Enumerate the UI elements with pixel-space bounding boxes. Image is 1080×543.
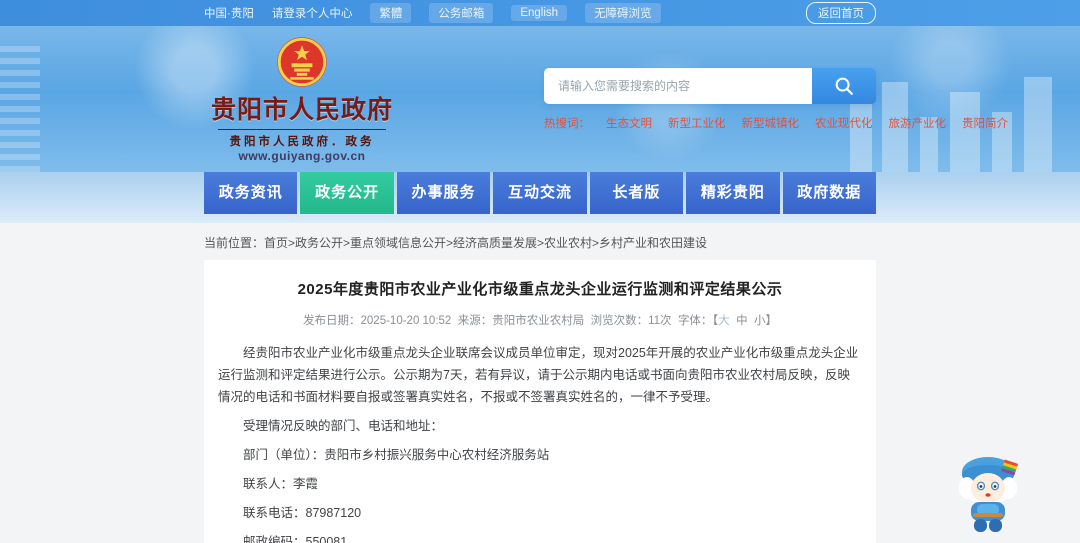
search-input[interactable] <box>544 67 812 104</box>
publish-date: 发布日期：2025-10-20 10:52 <box>303 315 452 327</box>
site-url: www.guiyang.gov.cn <box>238 148 366 163</box>
search-button[interactable] <box>812 67 876 104</box>
hot-word-6[interactable]: 贵阳简介 <box>962 115 1008 131</box>
breadcrumb-label: 当前位置： <box>204 236 265 250</box>
view-count: 浏览次数：11次 <box>590 315 672 327</box>
site-title: 贵阳市人民政府 <box>211 95 394 124</box>
nav-item-banshi-fuwu[interactable]: 办事服务 <box>396 172 491 214</box>
nav-item-jingcai-guiyang[interactable]: 精彩贵阳 <box>686 172 780 214</box>
hot-word-2[interactable]: 新型工业化 <box>668 115 726 131</box>
banner-cityscape-decoration <box>840 62 1080 172</box>
link-login-personal-center[interactable]: 请登录个人中心 <box>272 5 353 21</box>
site-logo[interactable]: 贵阳市人民政府 贵阳市人民政府．政务 www.guiyang.gov.cn <box>211 36 394 163</box>
hot-word-1[interactable]: 生态文明 <box>606 115 652 131</box>
font-size-medium[interactable]: 中 <box>736 315 748 327</box>
main-navigation: 政务资讯 政务公开 办事服务 互动交流 长者版 精彩贵阳 政府数据 <box>0 172 1080 223</box>
paragraph-announcement: 经贵阳市农业产业化市级重点龙头企业联席会议成员单位审定，现对2025年开展的农业… <box>218 346 859 404</box>
link-traditional-chinese[interactable]: 繁體 <box>370 3 412 23</box>
banner-left-decoration <box>0 42 40 172</box>
hot-search-row: 热搜词： 生态文明 新型工业化 新型城镇化 农业现代化 旅游产业化 贵阳简介 <box>544 115 1008 131</box>
link-china-guiyang[interactable]: 中国·贵阳 <box>204 5 254 21</box>
national-emblem-icon <box>277 36 327 87</box>
paragraph-acceptance: 受理情况反映的部门、电话和地址： <box>243 419 444 433</box>
article-card: 2025年度贵阳市农业产业化市级重点龙头企业运行监测和评定结果公示 发布日期：2… <box>204 260 876 543</box>
nav-item-hudong-jiaoliu[interactable]: 互动交流 <box>493 172 587 214</box>
font-size-small[interactable]: 小 <box>754 315 766 327</box>
link-english[interactable]: English <box>511 5 568 21</box>
hot-word-4[interactable]: 农业现代化 <box>815 115 873 131</box>
article-title: 2025年度贵阳市农业产业化市级重点龙头企业运行监测和评定结果公示 <box>297 281 783 298</box>
search-area: 热搜词： 生态文明 新型工业化 新型城镇化 农业现代化 旅游产业化 贵阳简介 <box>544 67 1008 131</box>
link-official-mail[interactable]: 公务邮箱 <box>429 3 494 23</box>
nav-item-zhengfu-shuju[interactable]: 政府数据 <box>782 172 876 214</box>
hot-word-3[interactable]: 新型城镇化 <box>742 115 800 131</box>
contact-postcode: 邮政编码：550081 <box>243 535 348 543</box>
title-divider <box>218 128 386 130</box>
contact-department: 部门（单位）：贵阳市乡村振兴服务中心农村经济服务站 <box>243 448 550 462</box>
site-banner: 贵阳市人民政府 贵阳市人民政府．政务 www.guiyang.gov.cn 热搜… <box>0 26 1080 172</box>
nav-item-zhangzheban[interactable]: 长者版 <box>589 172 684 214</box>
top-utility-bar: 中国·贵阳 请登录个人中心 繁體 公务邮箱 English 无障碍浏览 返回首页 <box>0 0 1080 26</box>
breadcrumb-path[interactable]: 首页>政务公开>重点领域信息公开>经济高质量发展>农业农村>乡村产业和农田建设 <box>264 236 707 250</box>
font-size-bracket: 】 <box>765 315 777 327</box>
contact-phone: 联系电话：87987120 <box>243 506 362 520</box>
hot-search-label: 热搜词： <box>544 117 590 130</box>
search-icon <box>835 77 853 95</box>
font-size-large[interactable]: 大 <box>718 315 730 327</box>
back-to-home-button[interactable]: 返回首页 <box>806 2 876 24</box>
nav-bottom-strip <box>0 214 1080 223</box>
font-size-label: 字体：【 <box>677 315 719 327</box>
mascot-assistant[interactable] <box>956 451 1024 535</box>
article-meta: 发布日期：2025-10-20 10:52 来源：贵阳市农业农村局 浏览次数：1… <box>218 312 862 328</box>
link-accessibility[interactable]: 无障碍浏览 <box>585 3 661 23</box>
hot-word-5[interactable]: 旅游产业化 <box>889 115 947 131</box>
contact-person: 联系人：李霞 <box>243 477 319 491</box>
article-source: 来源：贵阳市农业农村局 <box>457 315 585 327</box>
breadcrumb: 当前位置：首页>政务公开>重点领域信息公开>经济高质量发展>农业农村>乡村产业和… <box>204 223 876 260</box>
nav-item-zhengwu-zixun[interactable]: 政务资讯 <box>204 172 298 214</box>
article-body: 经贵阳市农业产业化市级重点龙头企业联席会议成员单位审定，现对2025年开展的农业… <box>218 342 862 543</box>
site-subtitle: 贵阳市人民政府．政务 <box>229 135 375 148</box>
nav-item-zhengwu-gongkai[interactable]: 政务公开 <box>300 172 394 214</box>
